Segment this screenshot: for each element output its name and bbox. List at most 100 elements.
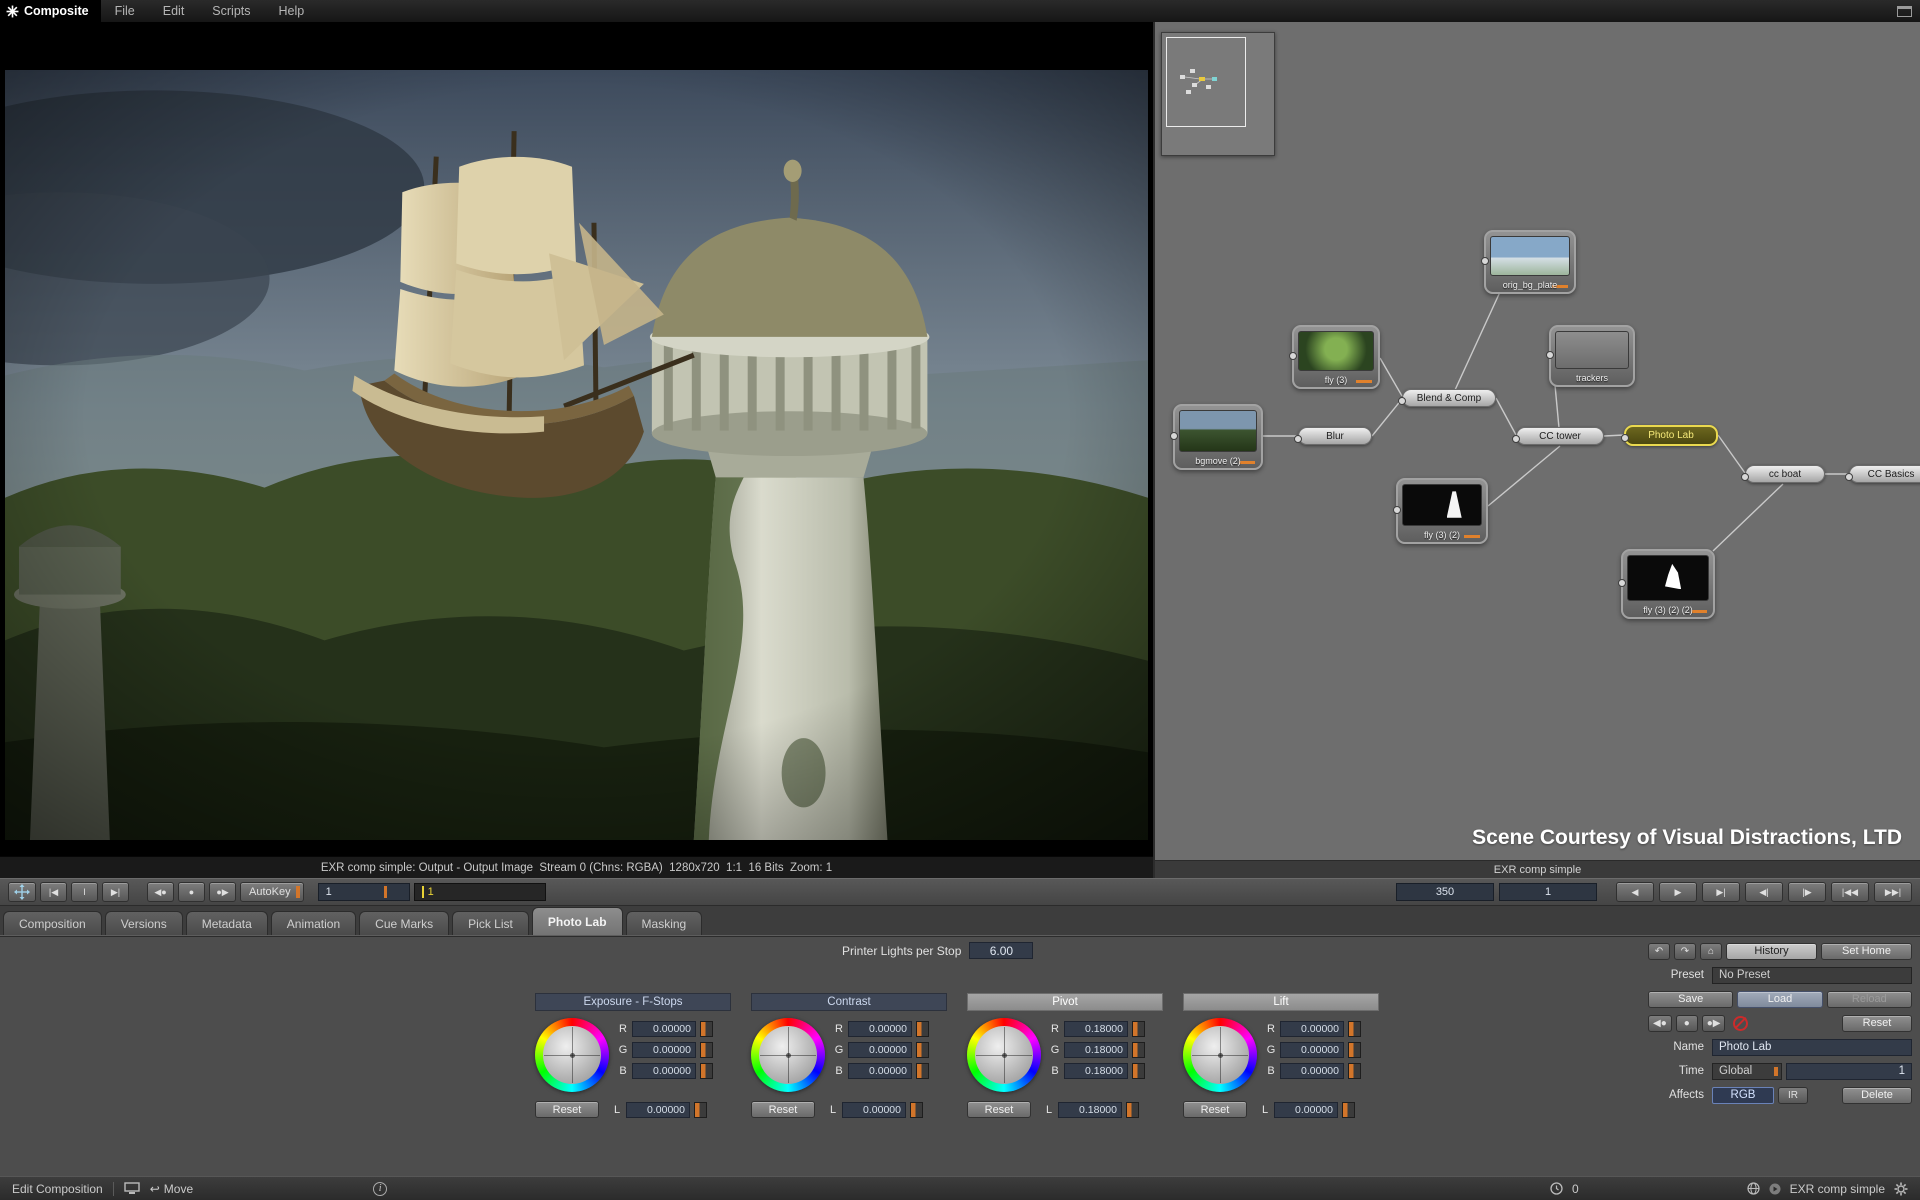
redo-icon[interactable]: ↷ — [1674, 943, 1696, 960]
node-cc-tower[interactable]: CC tower — [1516, 427, 1604, 445]
reset-button[interactable]: Reset — [1183, 1101, 1247, 1118]
globe-icon[interactable] — [1747, 1182, 1760, 1195]
value-slider[interactable] — [1348, 1021, 1361, 1037]
value-field-l[interactable]: 0.00000 — [842, 1102, 906, 1118]
node-port[interactable] — [1393, 506, 1401, 514]
tab-photo-lab[interactable]: Photo Lab — [532, 907, 623, 935]
reset-button[interactable]: Reset — [535, 1101, 599, 1118]
node-port[interactable] — [1398, 397, 1406, 405]
color-wheel[interactable] — [751, 1018, 825, 1092]
node-blend-comp[interactable]: Blend & Comp — [1402, 389, 1496, 407]
value-field-b[interactable]: 0.00000 — [848, 1063, 912, 1079]
menu-help[interactable]: Help — [265, 0, 319, 22]
node-port[interactable] — [1618, 579, 1626, 587]
set-home-button[interactable]: Set Home — [1821, 943, 1912, 960]
value-slider[interactable] — [694, 1102, 707, 1118]
value-slider[interactable] — [1348, 1063, 1361, 1079]
value-field-r[interactable]: 0.00000 — [1280, 1021, 1344, 1037]
group-title[interactable]: Exposure - F-Stops — [535, 993, 731, 1011]
reset-button[interactable]: Reset — [751, 1101, 815, 1118]
node-cc-basics[interactable]: CC Basics — [1849, 465, 1920, 483]
menu-edit[interactable]: Edit — [149, 0, 199, 22]
tab-animation[interactable]: Animation — [271, 911, 356, 935]
playhead-caret[interactable] — [422, 886, 424, 898]
node-orig-bg-plate[interactable]: orig_bg_plate — [1484, 230, 1576, 294]
value-slider[interactable] — [1126, 1102, 1139, 1118]
menu-scripts[interactable]: Scripts — [198, 0, 264, 22]
value-slider[interactable] — [700, 1021, 713, 1037]
value-slider[interactable] — [1132, 1021, 1145, 1037]
name-field[interactable]: Photo Lab — [1712, 1039, 1912, 1056]
active-tool-indicator[interactable]: ↩ Move — [150, 1182, 193, 1196]
go-to-start-button[interactable]: |◀ — [40, 882, 67, 902]
node-port[interactable] — [1170, 432, 1178, 440]
next-key-button[interactable]: ●▶ — [209, 882, 236, 902]
value-field-r[interactable]: 0.18000 — [1064, 1021, 1128, 1037]
value-field-b[interactable]: 0.18000 — [1064, 1063, 1128, 1079]
go-first-frame-button[interactable]: |◀◀ — [1831, 882, 1869, 902]
play-once-button[interactable]: ▶| — [1702, 882, 1740, 902]
info-icon[interactable]: i — [373, 1182, 387, 1196]
history-button[interactable]: History — [1726, 943, 1817, 960]
affects-rgb-button[interactable]: RGB — [1712, 1087, 1774, 1104]
tab-metadata[interactable]: Metadata — [186, 911, 268, 935]
value-slider[interactable] — [916, 1042, 929, 1058]
value-slider[interactable] — [1348, 1042, 1361, 1058]
time-mode-field[interactable]: Global — [1712, 1063, 1782, 1080]
value-field-r[interactable]: 0.00000 — [632, 1021, 696, 1037]
save-button[interactable]: Save — [1648, 991, 1733, 1008]
node-photo-lab[interactable]: Photo Lab — [1624, 425, 1718, 446]
value-slider[interactable] — [910, 1102, 923, 1118]
disable-icon[interactable] — [1733, 1016, 1748, 1031]
set-key-button[interactable]: ● — [178, 882, 205, 902]
node-cc-boat[interactable]: cc boat — [1745, 465, 1825, 483]
display-icon[interactable] — [124, 1182, 140, 1195]
tab-cue-marks[interactable]: Cue Marks — [359, 911, 449, 935]
preset-dropdown[interactable]: No Preset — [1712, 967, 1912, 984]
node-port[interactable] — [1294, 435, 1302, 443]
set-key-button[interactable]: ● — [1676, 1015, 1698, 1032]
value-slider[interactable] — [700, 1042, 713, 1058]
node-port[interactable] — [1512, 435, 1520, 443]
go-to-end-button[interactable]: ▶| — [102, 882, 129, 902]
value-field-l[interactable]: 0.00000 — [626, 1102, 690, 1118]
value-slider[interactable] — [1132, 1042, 1145, 1058]
pan-tool-button[interactable] — [8, 882, 36, 902]
node-fly-3-2-2[interactable]: fly (3) (2) (2) — [1621, 549, 1715, 619]
node-port[interactable] — [1845, 473, 1853, 481]
affects-ir-button[interactable]: IR — [1778, 1087, 1808, 1104]
in-point-button[interactable]: I — [71, 882, 98, 902]
value-slider[interactable] — [700, 1063, 713, 1079]
tab-masking[interactable]: Masking — [626, 911, 703, 935]
group-title[interactable]: Lift — [1183, 993, 1379, 1011]
node-bgmove-2[interactable]: bgmove (2) — [1173, 404, 1263, 470]
viewer-image[interactable] — [5, 70, 1148, 840]
reload-button[interactable]: Reload — [1827, 991, 1912, 1008]
load-button[interactable]: Load — [1737, 991, 1822, 1008]
node-blur[interactable]: Blur — [1298, 427, 1372, 445]
delete-button[interactable]: Delete — [1842, 1087, 1912, 1104]
color-wheel[interactable] — [1183, 1018, 1257, 1092]
node-fly-3-2[interactable]: fly (3) (2) — [1396, 478, 1488, 544]
value-field-b[interactable]: 0.00000 — [632, 1063, 696, 1079]
value-field-l[interactable]: 0.18000 — [1058, 1102, 1122, 1118]
value-slider[interactable] — [1132, 1063, 1145, 1079]
undo-icon[interactable]: ↶ — [1648, 943, 1670, 960]
prev-key-button[interactable]: ◀● — [1648, 1015, 1672, 1032]
step-back-button[interactable]: ◀| — [1745, 882, 1783, 902]
viewer-pane[interactable]: EXR comp simple: Output - Output Image S… — [0, 22, 1153, 878]
value-field-g[interactable]: 0.00000 — [1280, 1042, 1344, 1058]
node-port[interactable] — [1546, 351, 1554, 359]
value-slider[interactable] — [1342, 1102, 1355, 1118]
window-controls-icon[interactable] — [1897, 6, 1912, 17]
minimap-view-rect[interactable] — [1166, 37, 1246, 127]
value-field-r[interactable]: 0.00000 — [848, 1021, 912, 1037]
reset-button[interactable]: Reset — [967, 1101, 1031, 1118]
tab-pick-list[interactable]: Pick List — [452, 911, 529, 935]
value-field-b[interactable]: 0.00000 — [1280, 1063, 1344, 1079]
node-port[interactable] — [1289, 352, 1297, 360]
value-field-g[interactable]: 0.00000 — [632, 1042, 696, 1058]
step-forward-button[interactable]: |▶ — [1788, 882, 1826, 902]
node-fly-3[interactable]: fly (3) — [1292, 325, 1380, 389]
color-wheel[interactable] — [967, 1018, 1041, 1092]
